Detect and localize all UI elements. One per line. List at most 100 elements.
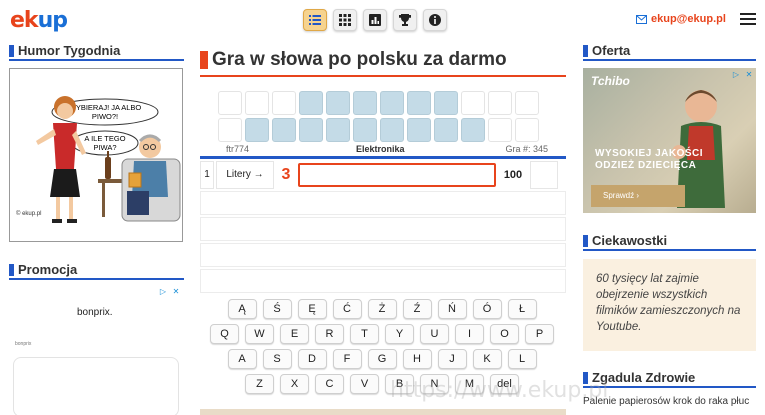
grid-button[interactable] (333, 9, 357, 31)
comic-illustration: WYBIERAJ! JA ALBO PIWO?! A ILE TEGO PIWA… (16, 96, 181, 223)
key[interactable]: F (332, 349, 362, 369)
key[interactable]: Z (245, 374, 274, 394)
grid-cell-tile (380, 118, 404, 142)
key[interactable]: U (420, 324, 449, 344)
key[interactable]: R (315, 324, 344, 344)
key[interactable]: Ą (227, 299, 257, 319)
key[interactable]: W (245, 324, 274, 344)
letters-button[interactable]: Litery → (216, 161, 274, 189)
key[interactable]: C (315, 374, 344, 394)
key[interactable]: X (280, 374, 309, 394)
row-end-cell (530, 161, 558, 189)
info-icon (429, 14, 441, 26)
key[interactable]: L (507, 349, 537, 369)
grid-cell-tile (326, 118, 350, 142)
grid-cell-tile (353, 118, 377, 142)
game-area: Gra w słowa po polsku za darmo ftr774 El… (200, 43, 566, 394)
trophy-button[interactable] (393, 9, 417, 31)
key[interactable]: Ó (472, 299, 502, 319)
ad-choices[interactable]: ▷ ✕ (158, 287, 181, 297)
bubble1-line2: PIWO?! (92, 112, 118, 121)
key[interactable]: Ł (507, 299, 537, 319)
bubble1-line1: WYBIERAJ! JA ALBO (69, 103, 142, 112)
grid-cell (515, 91, 539, 115)
keyboard-row-bottom: Z X C V B N M del (204, 374, 560, 394)
key[interactable]: Y (385, 324, 414, 344)
keyboard-row-middle: A S D F G H J K L (204, 349, 560, 369)
divider (200, 156, 566, 159)
grid-cell-tile (299, 118, 323, 142)
key[interactable]: M (455, 374, 484, 394)
grid-cell-tile (434, 91, 458, 115)
grid-row (218, 118, 539, 142)
ekup-logo[interactable]: ekup (10, 8, 68, 33)
on-screen-keyboard: Ą Ś Ę Ć Ż Ź Ń Ó Ł Q W E R T Y U I O P A … (204, 299, 560, 399)
info-button[interactable] (423, 9, 447, 31)
key[interactable]: H (402, 349, 432, 369)
keyboard-row-top: Q W E R T Y U I O P (204, 324, 560, 344)
game-meta: ftr774 Elektronika Gra #: 345 (200, 144, 566, 156)
key[interactable]: V (350, 374, 379, 394)
zgadula-text[interactable]: Palenie papierosów krok do raka płuc (583, 395, 756, 408)
tchibo-cta-button[interactable]: Sprawdź › (591, 185, 685, 207)
key[interactable]: S (262, 349, 292, 369)
ciekawostki-text: 60 tysięcy lat zajmie obejrzenie wszystk… (583, 259, 756, 351)
grid-icon (339, 14, 351, 26)
score-value: 100 (503, 169, 523, 181)
tchibo-headline: WYSOKIEJ JAKOŚCI ODZIEŻ DZIECIĘCA (595, 148, 704, 171)
stats-button[interactable] (363, 9, 387, 31)
key[interactable]: I (455, 324, 484, 344)
game-toolbar (303, 9, 447, 31)
grid-cell-tile (326, 91, 350, 115)
humor-comic[interactable]: WYBIERAJ! JA ALBO PIWO?! A ILE TEGO PIWA… (9, 68, 183, 242)
ad-close-icon: ✕ (172, 287, 180, 296)
grid-cell-tile (380, 91, 404, 115)
key[interactable]: Ż (367, 299, 397, 319)
key[interactable]: E (280, 324, 309, 344)
grid-cell (218, 118, 242, 142)
delete-key[interactable]: del (490, 374, 519, 394)
key[interactable]: Q (210, 324, 239, 344)
zgadula-heading: Zgadula Zdrowie (583, 370, 756, 388)
key[interactable]: Ń (437, 299, 467, 319)
key[interactable]: Ć (332, 299, 362, 319)
ad-info-icon: ▷ (159, 287, 167, 296)
key[interactable]: K (472, 349, 502, 369)
ad-content-box[interactable] (13, 357, 179, 415)
bubble2-line2: PIWA? (93, 143, 116, 152)
answer-input[interactable] (298, 163, 496, 187)
list-button[interactable] (303, 9, 327, 31)
grid-cell-tile (299, 91, 323, 115)
grid-cell (515, 118, 539, 142)
grid-cell-tile (461, 118, 485, 142)
key[interactable]: Ś (262, 299, 292, 319)
tchibo-ad[interactable]: ▷ ✕ Tchibo WYSOKIEJ JAKOŚCI ODZIEŻ DZIECI… (583, 68, 756, 213)
ciekawostki-section: Ciekawostki (583, 233, 756, 251)
bonprix-ad[interactable]: ▷ ✕ bonprix. bonprix (9, 285, 183, 415)
ad-choices[interactable]: ▷ ✕ (731, 70, 754, 80)
key[interactable]: Ź (402, 299, 432, 319)
key[interactable]: O (490, 324, 519, 344)
key[interactable]: Ę (297, 299, 327, 319)
grid-cell (488, 91, 512, 115)
contact-email[interactable]: ekup@ekup.pl (636, 13, 726, 25)
game-category: Elektronika (356, 144, 405, 154)
key[interactable]: J (437, 349, 467, 369)
bonprix-brand: bonprix. (77, 307, 113, 318)
answer-row: 1 Litery → 3 100 (200, 161, 566, 189)
hamburger-menu-icon[interactable] (740, 13, 756, 27)
key[interactable]: N (420, 374, 449, 394)
oferta-heading: Oferta (583, 43, 756, 61)
grid-cell (461, 91, 485, 115)
humor-heading: Humor Tygodnia (9, 43, 184, 61)
key[interactable]: P (525, 324, 554, 344)
keyboard-row-polish: Ą Ś Ę Ć Ż Ź Ń Ó Ł (204, 299, 560, 319)
key[interactable]: G (367, 349, 397, 369)
key[interactable]: A (227, 349, 257, 369)
answer-slot (200, 269, 566, 293)
answer-slot (200, 217, 566, 241)
bonprix-small-label: bonprix (15, 341, 32, 347)
key[interactable]: B (385, 374, 414, 394)
key[interactable]: T (350, 324, 379, 344)
key[interactable]: D (297, 349, 327, 369)
